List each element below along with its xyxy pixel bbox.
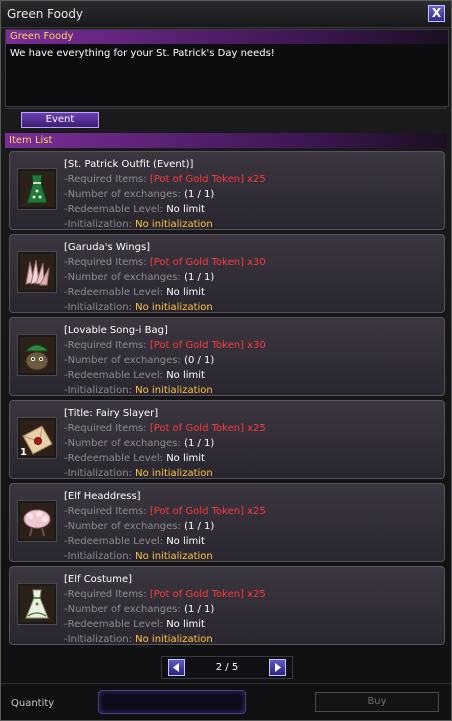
- exchanges-label: -Number of exchanges:: [64, 438, 181, 449]
- required-items-label: -Required Items:: [64, 257, 147, 268]
- item-details: [Garuda's Wings] -Required Items: [Pot o…: [64, 240, 266, 315]
- initialization-value: No initialization: [135, 634, 213, 645]
- exchanges-label: -Number of exchanges:: [64, 189, 181, 200]
- song-i-bag-icon: [20, 337, 54, 373]
- arrow-right-icon: [275, 663, 281, 672]
- wings-icon: [20, 254, 54, 290]
- initialization-label: -Initialization:: [64, 219, 132, 230]
- item-icon-slot: [17, 334, 57, 376]
- npc-message: We have everything for your St. Patrick'…: [10, 48, 275, 59]
- elf-costume-icon: [20, 586, 54, 622]
- item-icon-slot: [17, 583, 57, 625]
- tab-bar: Event: [5, 108, 447, 131]
- item-name: [Garuda's Wings]: [64, 242, 151, 253]
- item-details: [Elf Headdress] -Required Items: [Pot of…: [64, 489, 266, 564]
- item-card-lovable-song-i-bag[interactable]: [Lovable Song-i Bag] -Required Items: [P…: [9, 317, 445, 396]
- redeemable-level-label: -Redeemable Level:: [64, 287, 164, 298]
- item-quantity-badge: 1: [20, 447, 27, 458]
- title-bar[interactable]: Green Foody X: [1, 1, 451, 28]
- purchase-footer: Quantity Buy: [1, 683, 451, 720]
- initialization-label: -Initialization:: [64, 302, 132, 313]
- item-card-garudas-wings[interactable]: [Garuda's Wings] -Required Items: [Pot o…: [9, 234, 445, 313]
- required-items-value: [Pot of Gold Token] x30: [149, 340, 266, 351]
- buy-button[interactable]: Buy: [315, 692, 439, 712]
- redeemable-level-value: No limit: [166, 453, 205, 464]
- required-items-label: -Required Items:: [64, 340, 147, 351]
- exchanges-label: -Number of exchanges:: [64, 521, 181, 532]
- required-items-label: -Required Items:: [64, 506, 147, 517]
- item-details: [St. Patrick Outfit (Event)] -Required I…: [64, 157, 266, 232]
- initialization-value: No initialization: [135, 385, 213, 396]
- exchanges-value: (0 / 1): [184, 355, 215, 366]
- redeemable-level-value: No limit: [166, 370, 205, 381]
- item-name: [Elf Costume]: [64, 574, 133, 585]
- initialization-value: No initialization: [135, 551, 213, 562]
- initialization-label: -Initialization:: [64, 468, 132, 479]
- quantity-input[interactable]: [98, 690, 246, 714]
- item-list-header: Item List: [5, 133, 447, 148]
- redeemable-level-label: -Redeemable Level:: [64, 619, 164, 630]
- required-items-value: [Pot of Gold Token] x25: [149, 174, 266, 185]
- redeemable-level-value: No limit: [166, 204, 205, 215]
- required-items-value: [Pot of Gold Token] x30: [149, 257, 266, 268]
- item-card-st-patrick-outfit[interactable]: [St. Patrick Outfit (Event)] -Required I…: [9, 151, 445, 230]
- initialization-value: No initialization: [135, 219, 213, 230]
- redeemable-level-label: -Redeemable Level:: [64, 204, 164, 215]
- required-items-label: -Required Items:: [64, 423, 147, 434]
- exchanges-label: -Number of exchanges:: [64, 272, 181, 283]
- item-icon-slot: 1: [17, 417, 57, 459]
- item-card-elf-costume[interactable]: [Elf Costume] -Required Items: [Pot of G…: [9, 566, 445, 645]
- redeemable-level-label: -Redeemable Level:: [64, 536, 164, 547]
- item-details: [Lovable Song-i Bag] -Required Items: [P…: [64, 323, 266, 398]
- item-card-elf-headdress[interactable]: [Elf Headdress] -Required Items: [Pot of…: [9, 483, 445, 562]
- headdress-icon: [20, 503, 54, 539]
- exchanges-value: (1 / 1): [184, 604, 215, 615]
- exchanges-value: (1 / 1): [184, 438, 215, 449]
- item-icon-slot: [17, 500, 57, 542]
- redeemable-level-value: No limit: [166, 536, 205, 547]
- item-name: [Lovable Song-i Bag]: [64, 325, 168, 336]
- item-list: [St. Patrick Outfit (Event)] -Required I…: [9, 151, 445, 649]
- initialization-label: -Initialization:: [64, 551, 132, 562]
- item-card-title-fairy-slayer[interactable]: 1 [Title: Fairy Slayer] -Required Items:…: [9, 400, 445, 479]
- item-details: [Title: Fairy Slayer] -Required Items: […: [64, 406, 266, 481]
- initialization-label: -Initialization:: [64, 385, 132, 396]
- item-name: [Title: Fairy Slayer]: [64, 408, 159, 419]
- required-items-label: -Required Items:: [64, 174, 147, 185]
- exchanges-value: (1 / 1): [184, 521, 215, 532]
- required-items-value: [Pot of Gold Token] x25: [149, 506, 266, 517]
- redeemable-level-value: No limit: [166, 619, 205, 630]
- exchanges-label: -Number of exchanges:: [64, 604, 181, 615]
- item-name: [St. Patrick Outfit (Event)]: [64, 159, 194, 170]
- redeemable-level-label: -Redeemable Level:: [64, 370, 164, 381]
- npc-name: Green Foody: [6, 30, 448, 44]
- item-icon-slot: [17, 168, 57, 210]
- required-items-value: [Pot of Gold Token] x25: [149, 589, 266, 600]
- tab-event[interactable]: Event: [21, 112, 99, 128]
- item-details: [Elf Costume] -Required Items: [Pot of G…: [64, 572, 266, 647]
- quantity-label: Quantity: [11, 698, 55, 709]
- shop-window: Green Foody X Green Foody We have everyt…: [0, 0, 452, 721]
- initialization-label: -Initialization:: [64, 634, 132, 645]
- required-items-value: [Pot of Gold Token] x25: [149, 423, 266, 434]
- item-icon-slot: [17, 251, 57, 293]
- exchanges-label: -Number of exchanges:: [64, 355, 181, 366]
- npc-dialog-panel: Green Foody We have everything for your …: [5, 29, 449, 107]
- next-page-button[interactable]: [269, 659, 286, 676]
- window-title: Green Foody: [7, 7, 84, 21]
- required-items-label: -Required Items:: [64, 589, 147, 600]
- redeemable-level-label: -Redeemable Level:: [64, 453, 164, 464]
- exchanges-value: (1 / 1): [184, 272, 215, 283]
- item-name: [Elf Headdress]: [64, 491, 141, 502]
- green-dress-icon: [20, 171, 54, 207]
- redeemable-level-value: No limit: [166, 287, 205, 298]
- pagination: 2 / 5: [161, 656, 293, 679]
- close-button[interactable]: X: [428, 5, 445, 22]
- initialization-value: No initialization: [135, 468, 213, 479]
- exchanges-value: (1 / 1): [184, 189, 215, 200]
- initialization-value: No initialization: [135, 302, 213, 313]
